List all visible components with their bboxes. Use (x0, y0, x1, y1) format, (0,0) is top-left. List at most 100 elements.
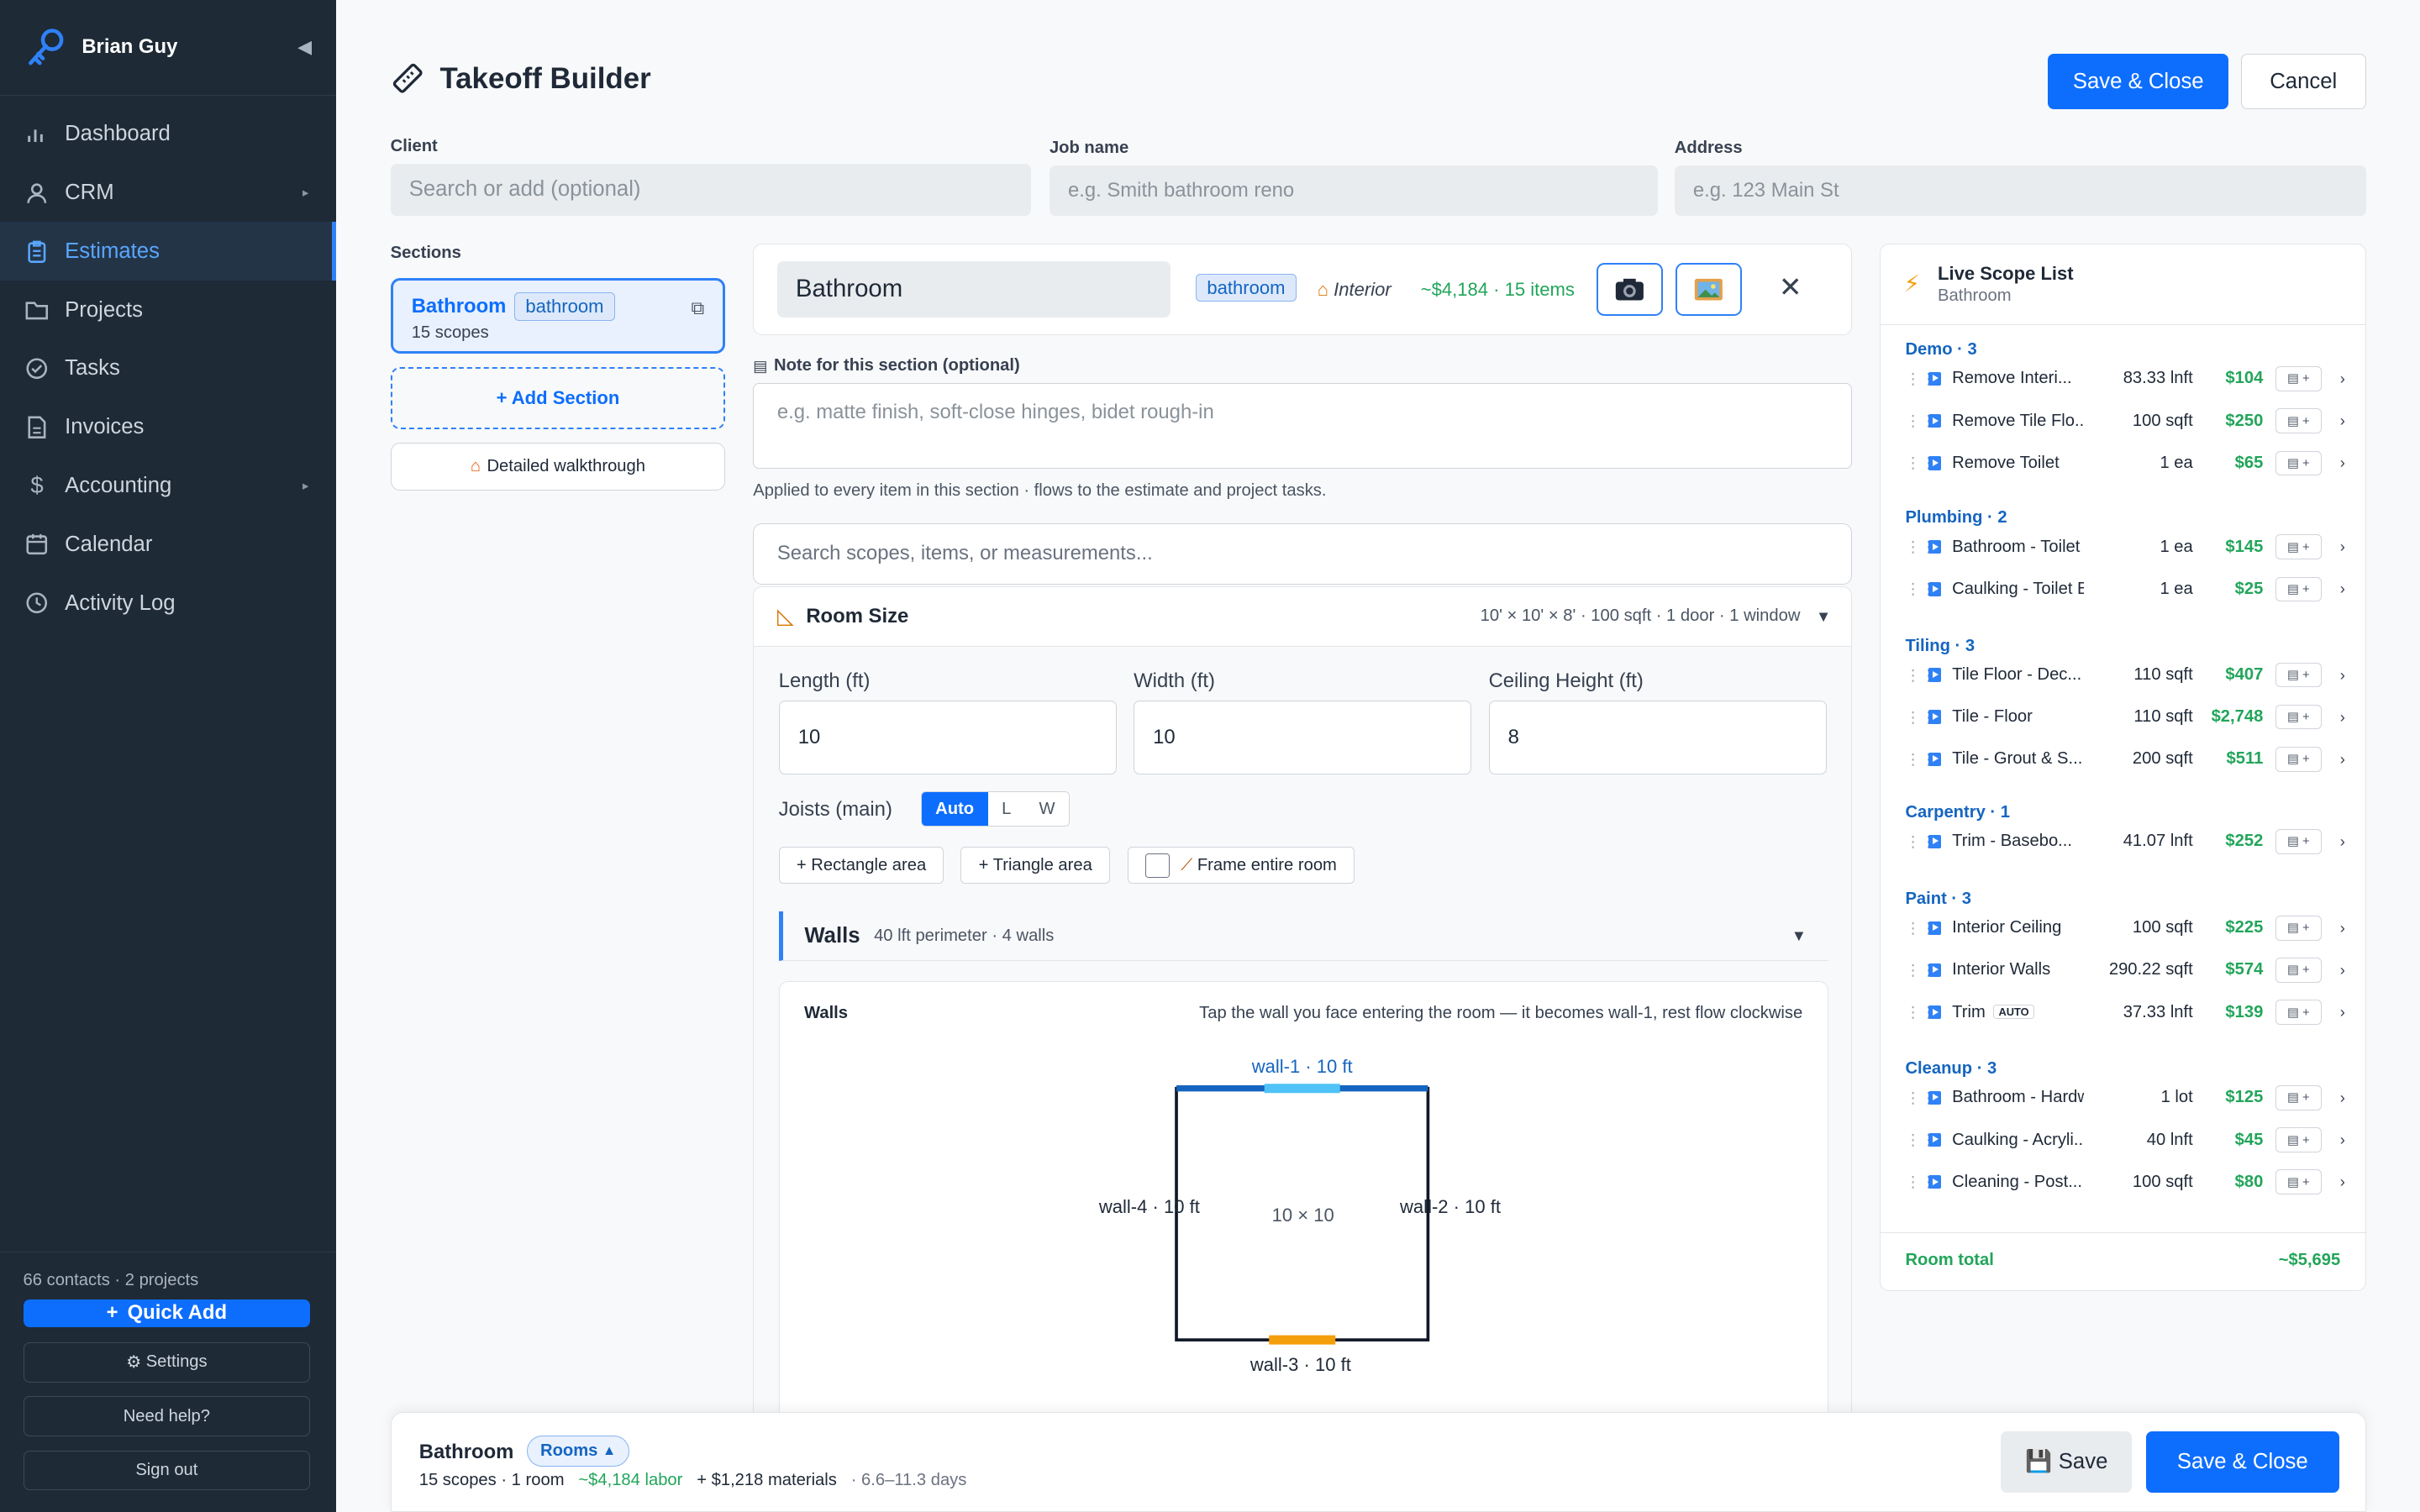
job-name-input[interactable]: e.g. Smith bathroom reno (1049, 165, 1658, 217)
add-document-button[interactable]: ▤ + (2275, 1127, 2322, 1152)
joists-option-w[interactable]: W (1025, 792, 1069, 826)
wall-4-label[interactable]: wall-4 · 10 ft (1099, 1196, 1200, 1218)
scope-category[interactable]: Carpentry · 1 (1905, 803, 2010, 822)
drag-handle-icon[interactable]: ⋮⋮ (1905, 538, 1936, 556)
chevron-right-icon[interactable]: › (2340, 832, 2345, 851)
chevron-right-icon[interactable]: › (2340, 666, 2345, 685)
section-note-textarea[interactable]: e.g. matte finish, soft-close hinges, bi… (753, 382, 1853, 470)
quick-add-button[interactable]: + Quick Add (23, 1299, 311, 1327)
add-document-button[interactable]: ▤ + (2275, 534, 2322, 559)
scope-row[interactable]: ⋮⋮ Caulking - Acryli... 40 lnft $45 ▤ + › (1905, 1125, 2345, 1156)
add-document-button[interactable]: ▤ + (2275, 747, 2322, 772)
walls-header[interactable]: Walls 40 lft perimeter · 4 walls ▼ (778, 911, 1828, 962)
nav-item-crm[interactable]: CRM ▸ (0, 164, 336, 223)
drag-handle-icon[interactable]: ⋮⋮ (1905, 919, 1936, 937)
scope-category[interactable]: Demo · 3 (1905, 340, 1976, 360)
frame-room-toggle[interactable]: ⟋ Frame entire room (1127, 847, 1355, 885)
scope-row[interactable]: ⋮⋮ Bathroom - Toilet In... 1 ea $145 ▤ + › (1905, 532, 2345, 563)
drag-handle-icon[interactable]: ⋮⋮ (1905, 666, 1936, 685)
play-icon[interactable] (1928, 455, 1942, 470)
scope-row[interactable]: ⋮⋮ Tile - Floor 110 sqft $2,748 ▤ + › (1905, 701, 2345, 732)
joists-option-auto[interactable]: Auto (921, 792, 988, 827)
play-icon[interactable] (1928, 371, 1942, 386)
gallery-button[interactable] (1675, 263, 1742, 316)
scope-row[interactable]: ⋮⋮ Remove Toilet 1 ea $65 ▤ + › (1905, 448, 2345, 479)
drag-handle-icon[interactable]: ⋮⋮ (1905, 750, 1936, 769)
close-icon[interactable]: ✕ (1779, 270, 1802, 304)
chevron-right-icon[interactable]: › (2340, 1089, 2345, 1107)
nav-item-tasks[interactable]: Tasks (0, 339, 336, 398)
add-document-button[interactable]: ▤ + (2275, 829, 2322, 854)
wall-3-label[interactable]: wall-3 · 10 ft (1250, 1354, 1351, 1376)
collapse-caret-icon[interactable]: ▼ (1816, 607, 1831, 626)
nav-item-dashboard[interactable]: Dashboard (0, 105, 336, 164)
add-document-button[interactable]: ▤ + (2275, 958, 2322, 983)
chevron-right-icon[interactable]: › (2340, 919, 2345, 937)
play-icon[interactable] (1928, 752, 1942, 767)
help-button[interactable]: Need help? (23, 1396, 311, 1436)
frame-room-checkbox[interactable] (1144, 853, 1171, 879)
add-document-button[interactable]: ▤ + (2275, 576, 2322, 601)
chevron-right-icon[interactable]: › (2340, 750, 2345, 769)
scope-category[interactable]: Plumbing · 2 (1905, 508, 2007, 528)
play-icon[interactable] (1928, 1174, 1942, 1189)
cancel-button[interactable]: Cancel (2240, 54, 2366, 110)
drag-handle-icon[interactable]: ⋮⋮ (1905, 708, 1936, 727)
address-input[interactable]: e.g. 123 Main St (1674, 165, 2366, 217)
drag-handle-icon[interactable]: ⋮⋮ (1905, 1173, 1936, 1191)
add-document-button[interactable]: ▤ + (2275, 1169, 2322, 1194)
play-icon[interactable] (1928, 582, 1942, 596)
play-icon[interactable] (1928, 921, 1942, 936)
chevron-right-icon[interactable]: › (2340, 412, 2345, 430)
joists-option-l[interactable]: L (988, 792, 1025, 826)
add-rectangle-area-button[interactable]: + Rectangle area (778, 847, 944, 885)
scope-row[interactable]: ⋮⋮ Tile - Grout & S... 200 sqft $511 ▤ + › (1905, 744, 2345, 775)
play-icon[interactable] (1928, 1005, 1942, 1020)
drag-handle-icon[interactable]: ⋮⋮ (1905, 454, 1936, 472)
ceiling-height-input[interactable]: 8 (1488, 700, 1827, 774)
section-type-tag[interactable]: bathroom (1195, 274, 1297, 302)
add-document-button[interactable]: ▤ + (2275, 450, 2322, 475)
drag-handle-icon[interactable]: ⋮⋮ (1905, 412, 1936, 430)
drag-handle-icon[interactable]: ⋮⋮ (1905, 1131, 1936, 1149)
length-input[interactable]: 10 (778, 700, 1117, 774)
scope-row[interactable]: ⋮⋮ Caulking - Toilet Ba... 1 ea $25 ▤ + › (1905, 574, 2345, 605)
chevron-right-icon[interactable]: › (2340, 538, 2345, 556)
scope-row[interactable]: ⋮⋮ Interior Walls 290.22 sqft $574 ▤ + › (1905, 955, 2345, 986)
chevron-right-icon[interactable]: › (2340, 1131, 2345, 1149)
play-icon[interactable] (1928, 539, 1942, 554)
scope-row[interactable]: ⋮⋮ Interior Ceiling 100 sqft $225 ▤ + › (1905, 912, 2345, 943)
room-size-header[interactable]: ◺ Room Size 10' × 10' × 8' · 100 sqft · … (753, 585, 1853, 647)
scope-category[interactable]: Paint · 3 (1905, 890, 1971, 909)
add-document-button[interactable]: ▤ + (2275, 1085, 2322, 1110)
play-icon[interactable] (1928, 1090, 1942, 1105)
save-button[interactable]: 💾 Save (2001, 1431, 2133, 1494)
camera-button[interactable] (1597, 263, 1664, 316)
scope-row[interactable]: ⋮⋮ Cleaning - Post... 100 sqft $80 ▤ + › (1905, 1167, 2345, 1198)
nav-item-activity-log[interactable]: Activity Log (0, 574, 336, 633)
nav-item-calendar[interactable]: Calendar (0, 515, 336, 574)
drag-handle-icon[interactable]: ⋮⋮ (1905, 370, 1936, 388)
nav-item-projects[interactable]: Projects (0, 281, 336, 339)
width-input[interactable]: 10 (1134, 700, 1472, 774)
chevron-right-icon[interactable]: › (2340, 580, 2345, 598)
drag-handle-icon[interactable]: ⋮⋮ (1905, 1089, 1936, 1107)
play-icon[interactable] (1928, 1132, 1942, 1147)
add-document-button[interactable]: ▤ + (2275, 705, 2322, 730)
play-icon[interactable] (1928, 710, 1942, 724)
nav-item-invoices[interactable]: Invoices (0, 398, 336, 457)
drag-handle-icon[interactable]: ⋮⋮ (1905, 580, 1936, 598)
nav-item-estimates[interactable]: Estimates (0, 222, 337, 281)
scope-category[interactable]: Tiling · 3 (1905, 637, 1975, 656)
wall-2-label[interactable]: wall-2 · 10 ft (1400, 1196, 1501, 1218)
scope-row[interactable]: ⋮⋮ Remove Tile Flo... 100 sqft $250 ▤ + › (1905, 406, 2345, 437)
chevron-right-icon[interactable]: › (2340, 370, 2345, 388)
chevron-right-icon[interactable]: › (2340, 454, 2345, 472)
scope-row[interactable]: ⋮⋮ Trim AUTO 37.33 lnft $139 ▤ + › (1905, 997, 2345, 1028)
scope-row[interactable]: ⋮⋮ Tile Floor - Dec... 110 sqft $407 ▤ + › (1905, 659, 2345, 690)
chevron-right-icon[interactable]: › (2340, 1003, 2345, 1021)
scope-row[interactable]: ⋮⋮ Remove Interi... 83.33 lnft $104 ▤ + › (1905, 364, 2345, 395)
save-close-button[interactable]: Save & Close (2048, 54, 2229, 110)
play-icon[interactable] (1928, 963, 1942, 978)
chevron-right-icon[interactable]: › (2340, 961, 2345, 979)
